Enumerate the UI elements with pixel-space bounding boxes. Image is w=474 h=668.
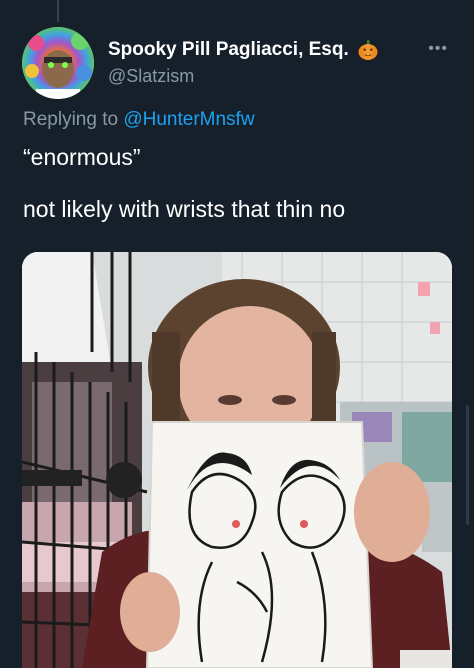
page-scrollbar[interactable]	[466, 405, 469, 525]
pumpkin-icon	[357, 39, 379, 61]
author-avatar[interactable]	[22, 27, 94, 99]
replying-to-label: Replying to	[23, 109, 119, 130]
tweet-text-line-2: not likely with wrists that thin no	[23, 196, 346, 222]
avatar-image	[22, 27, 94, 99]
photo-image	[22, 252, 452, 668]
reply-mention-link[interactable]: @HunterMnsfw	[123, 109, 254, 130]
tweet-text-line-1: “enormous”	[23, 144, 141, 170]
author-handle[interactable]: @Slatzism	[108, 66, 194, 87]
replying-to-line: Replying to @HunterMnsfw	[23, 109, 255, 131]
more-icon[interactable]: •••	[428, 40, 448, 58]
author-name-row[interactable]: Spooky Pill Pagliacci, Esq.	[108, 37, 379, 63]
author-display-name[interactable]: Spooky Pill Pagliacci, Esq.	[108, 39, 349, 61]
tweet-photo[interactable]	[22, 252, 452, 668]
thread-connector-line	[57, 0, 59, 22]
